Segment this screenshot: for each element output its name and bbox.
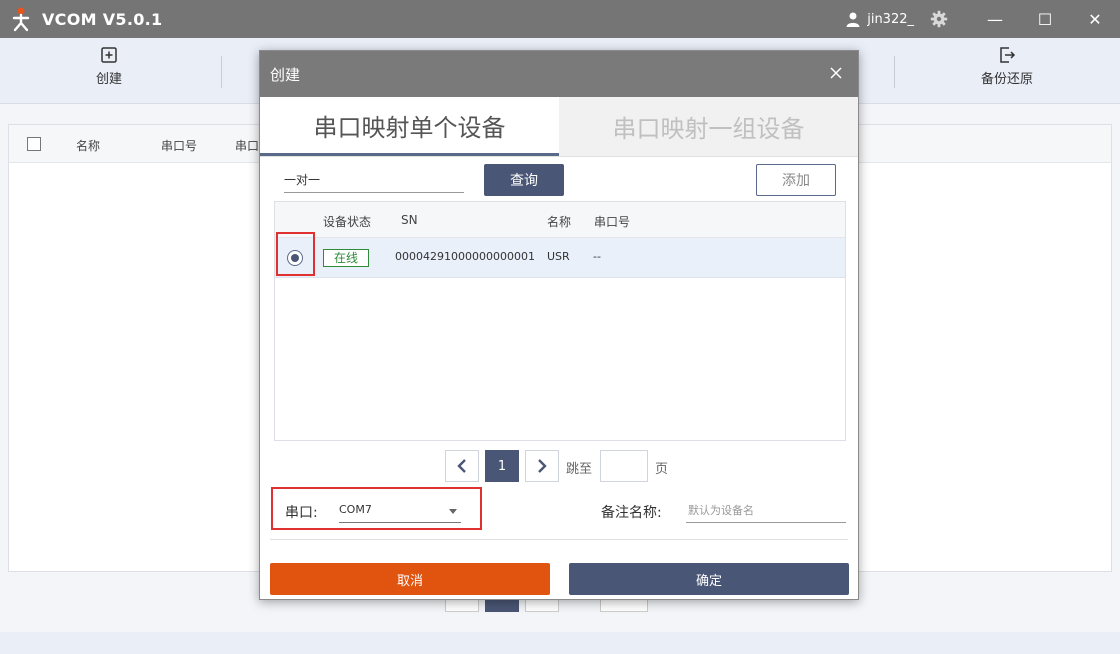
cancel-button[interactable]: 取消 xyxy=(270,563,550,595)
dialog-tabs: 串口映射单个设备 串口映射一组设备 xyxy=(260,97,858,157)
alias-label: 备注名称: xyxy=(601,505,662,521)
alias-field xyxy=(686,499,846,523)
column-port-number: 串口号 xyxy=(594,215,631,229)
column-device-status: 设备状态 xyxy=(323,215,372,229)
add-square-icon xyxy=(101,47,117,63)
table-row[interactable]: 在线 00004291000000000001 USR -- xyxy=(275,238,845,278)
tab-device-group[interactable]: 串口映射一组设备 xyxy=(559,97,858,156)
backup-restore-label: 备份还原 xyxy=(980,72,1033,87)
device-name: USR xyxy=(547,250,570,263)
status-badge: 在线 xyxy=(323,249,369,267)
gear-icon[interactable] xyxy=(930,10,948,28)
minimize-button[interactable]: — xyxy=(970,0,1020,38)
close-button[interactable]: ✕ xyxy=(1070,0,1120,38)
export-icon xyxy=(1000,47,1016,63)
port-select[interactable]: COM7 xyxy=(339,499,461,523)
device-table: 设备状态 SN 名称 串口号 在线 00004291000000000001 U… xyxy=(274,201,846,441)
pagination: 1 跳至 页 xyxy=(445,450,685,482)
prev-page-button[interactable] xyxy=(445,450,479,482)
chevron-left-icon xyxy=(457,459,466,473)
column-name: 名称 xyxy=(76,139,101,153)
create-label: 创建 xyxy=(95,72,122,87)
toolbar-divider xyxy=(894,56,895,88)
backup-restore-button[interactable]: 备份还原 xyxy=(952,46,1062,87)
next-page-button[interactable] xyxy=(525,450,559,482)
app-logo-icon xyxy=(12,7,30,32)
device-table-header: 设备状态 SN 名称 串口号 xyxy=(275,202,845,238)
port-label: 串口: xyxy=(285,505,318,521)
create-dialog: 创建 串口映射单个设备 串口映射一组设备 查询 添加 设备状态 SN 名称 串口… xyxy=(259,50,859,600)
dialog-header: 创建 xyxy=(260,51,858,97)
user-name[interactable]: jin322_ xyxy=(867,12,914,27)
column-sn: SN xyxy=(401,213,418,227)
chevron-right-icon xyxy=(538,459,547,473)
search-input[interactable] xyxy=(284,167,464,191)
goto-label: 跳至 xyxy=(566,462,593,477)
current-page-button[interactable]: 1 xyxy=(485,450,519,482)
search-field xyxy=(284,167,464,193)
column-device-name: 名称 xyxy=(547,215,572,229)
user-icon[interactable] xyxy=(845,11,861,27)
page-unit-label: 页 xyxy=(655,462,669,477)
status-bar xyxy=(0,632,1120,654)
select-all-checkbox[interactable] xyxy=(27,137,41,151)
toolbar-divider xyxy=(221,56,222,88)
goto-page-input[interactable] xyxy=(600,450,648,482)
column-port-number: 串口号 xyxy=(161,139,198,153)
maximize-button[interactable]: ☐ xyxy=(1020,0,1070,38)
create-button[interactable]: 创建 xyxy=(54,46,164,87)
close-icon[interactable] xyxy=(828,65,844,81)
dialog-divider xyxy=(270,539,848,540)
query-button[interactable]: 查询 xyxy=(484,164,564,196)
confirm-button[interactable]: 确定 xyxy=(569,563,849,595)
add-button[interactable]: 添加 xyxy=(756,164,836,196)
app-title: VCOM V5.0.1 xyxy=(42,9,163,29)
title-bar: VCOM V5.0.1 jin322_ — ☐ ✕ xyxy=(0,0,1120,38)
column-port: 串口 xyxy=(235,139,260,153)
caret-down-icon xyxy=(449,509,457,514)
port-value: COM7 xyxy=(339,503,372,516)
alias-input[interactable] xyxy=(686,499,846,521)
device-sn: 00004291000000000001 xyxy=(395,250,535,263)
highlight-box xyxy=(276,232,315,276)
device-port: -- xyxy=(593,250,601,263)
tab-single-device[interactable]: 串口映射单个设备 xyxy=(260,97,559,156)
dialog-title: 创建 xyxy=(270,66,301,84)
